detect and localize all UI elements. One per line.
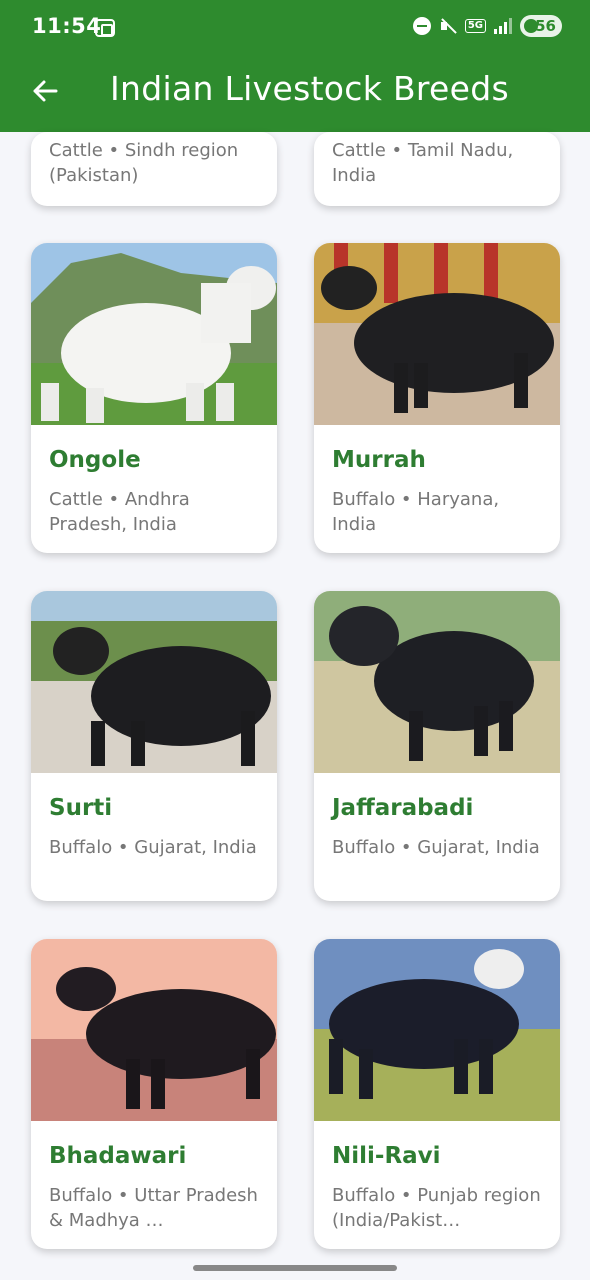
breed-name: Bhadawari: [49, 1143, 187, 1169]
breed-description: Cattle • Tamil Nadu, India: [332, 140, 514, 186]
breed-photo: [314, 243, 560, 425]
breed-card[interactable]: Cattle • Sindh region (Pakistan): [31, 132, 277, 206]
network-5g-icon: 5G: [464, 19, 486, 33]
mute-icon: [439, 17, 457, 35]
breed-name: Ongole: [49, 447, 141, 473]
signal-icon: [494, 18, 512, 34]
battery-level: 56: [535, 17, 556, 35]
breed-name: Nili-Ravi: [332, 1143, 441, 1169]
breed-description: Cattle • Andhra Pradesh, India: [49, 489, 190, 535]
breed-card-jaffarabadi[interactable]: Jaffarabadi Buffalo • Gujarat, India: [314, 591, 560, 901]
breed-card[interactable]: Cattle • Tamil Nadu, India: [314, 132, 560, 206]
status-time: 11:54: [32, 14, 102, 38]
battery-saver-icon: [524, 19, 538, 33]
breed-photo: [314, 939, 560, 1121]
breed-card-murrah[interactable]: Murrah Buffalo • Haryana, India: [314, 243, 560, 553]
breed-description: Buffalo • Uttar Pradesh & Madhya …: [49, 1185, 258, 1231]
status-icons: 5G 56: [412, 15, 562, 37]
back-arrow-icon[interactable]: [30, 76, 60, 106]
breed-description: Buffalo • Punjab region (India/Pakist…: [332, 1185, 541, 1231]
home-indicator[interactable]: [193, 1265, 397, 1271]
breed-name: Jaffarabadi: [332, 795, 474, 821]
breed-description: Cattle • Sindh region (Pakistan): [49, 140, 239, 186]
battery-icon: 56: [520, 15, 562, 37]
do-not-disturb-icon: [412, 17, 431, 35]
breed-card-ongole[interactable]: Ongole Cattle • Andhra Pradesh, India: [31, 243, 277, 553]
breed-card-bhadawari[interactable]: Bhadawari Buffalo • Uttar Pradesh & Madh…: [31, 939, 277, 1249]
breed-name: Surti: [49, 795, 113, 821]
breed-photo: [31, 939, 277, 1121]
screenshot-icon: [95, 19, 115, 37]
breed-photo: [31, 243, 277, 425]
breed-card-surti[interactable]: Surti Buffalo • Gujarat, India: [31, 591, 277, 901]
page-title: Indian Livestock Breeds: [110, 69, 509, 108]
app-bar: Indian Livestock Breeds: [0, 58, 590, 132]
breed-photo: [31, 591, 277, 773]
breed-name: Murrah: [332, 447, 426, 473]
breed-description: Buffalo • Gujarat, India: [49, 837, 257, 858]
breed-photo: [314, 591, 560, 773]
breed-description: Buffalo • Haryana, India: [332, 489, 500, 535]
status-bar: 11:54 5G 56: [0, 0, 590, 58]
breed-card-nili-ravi[interactable]: Nili-Ravi Buffalo • Punjab region (India…: [314, 939, 560, 1249]
breed-description: Buffalo • Gujarat, India: [332, 837, 540, 858]
